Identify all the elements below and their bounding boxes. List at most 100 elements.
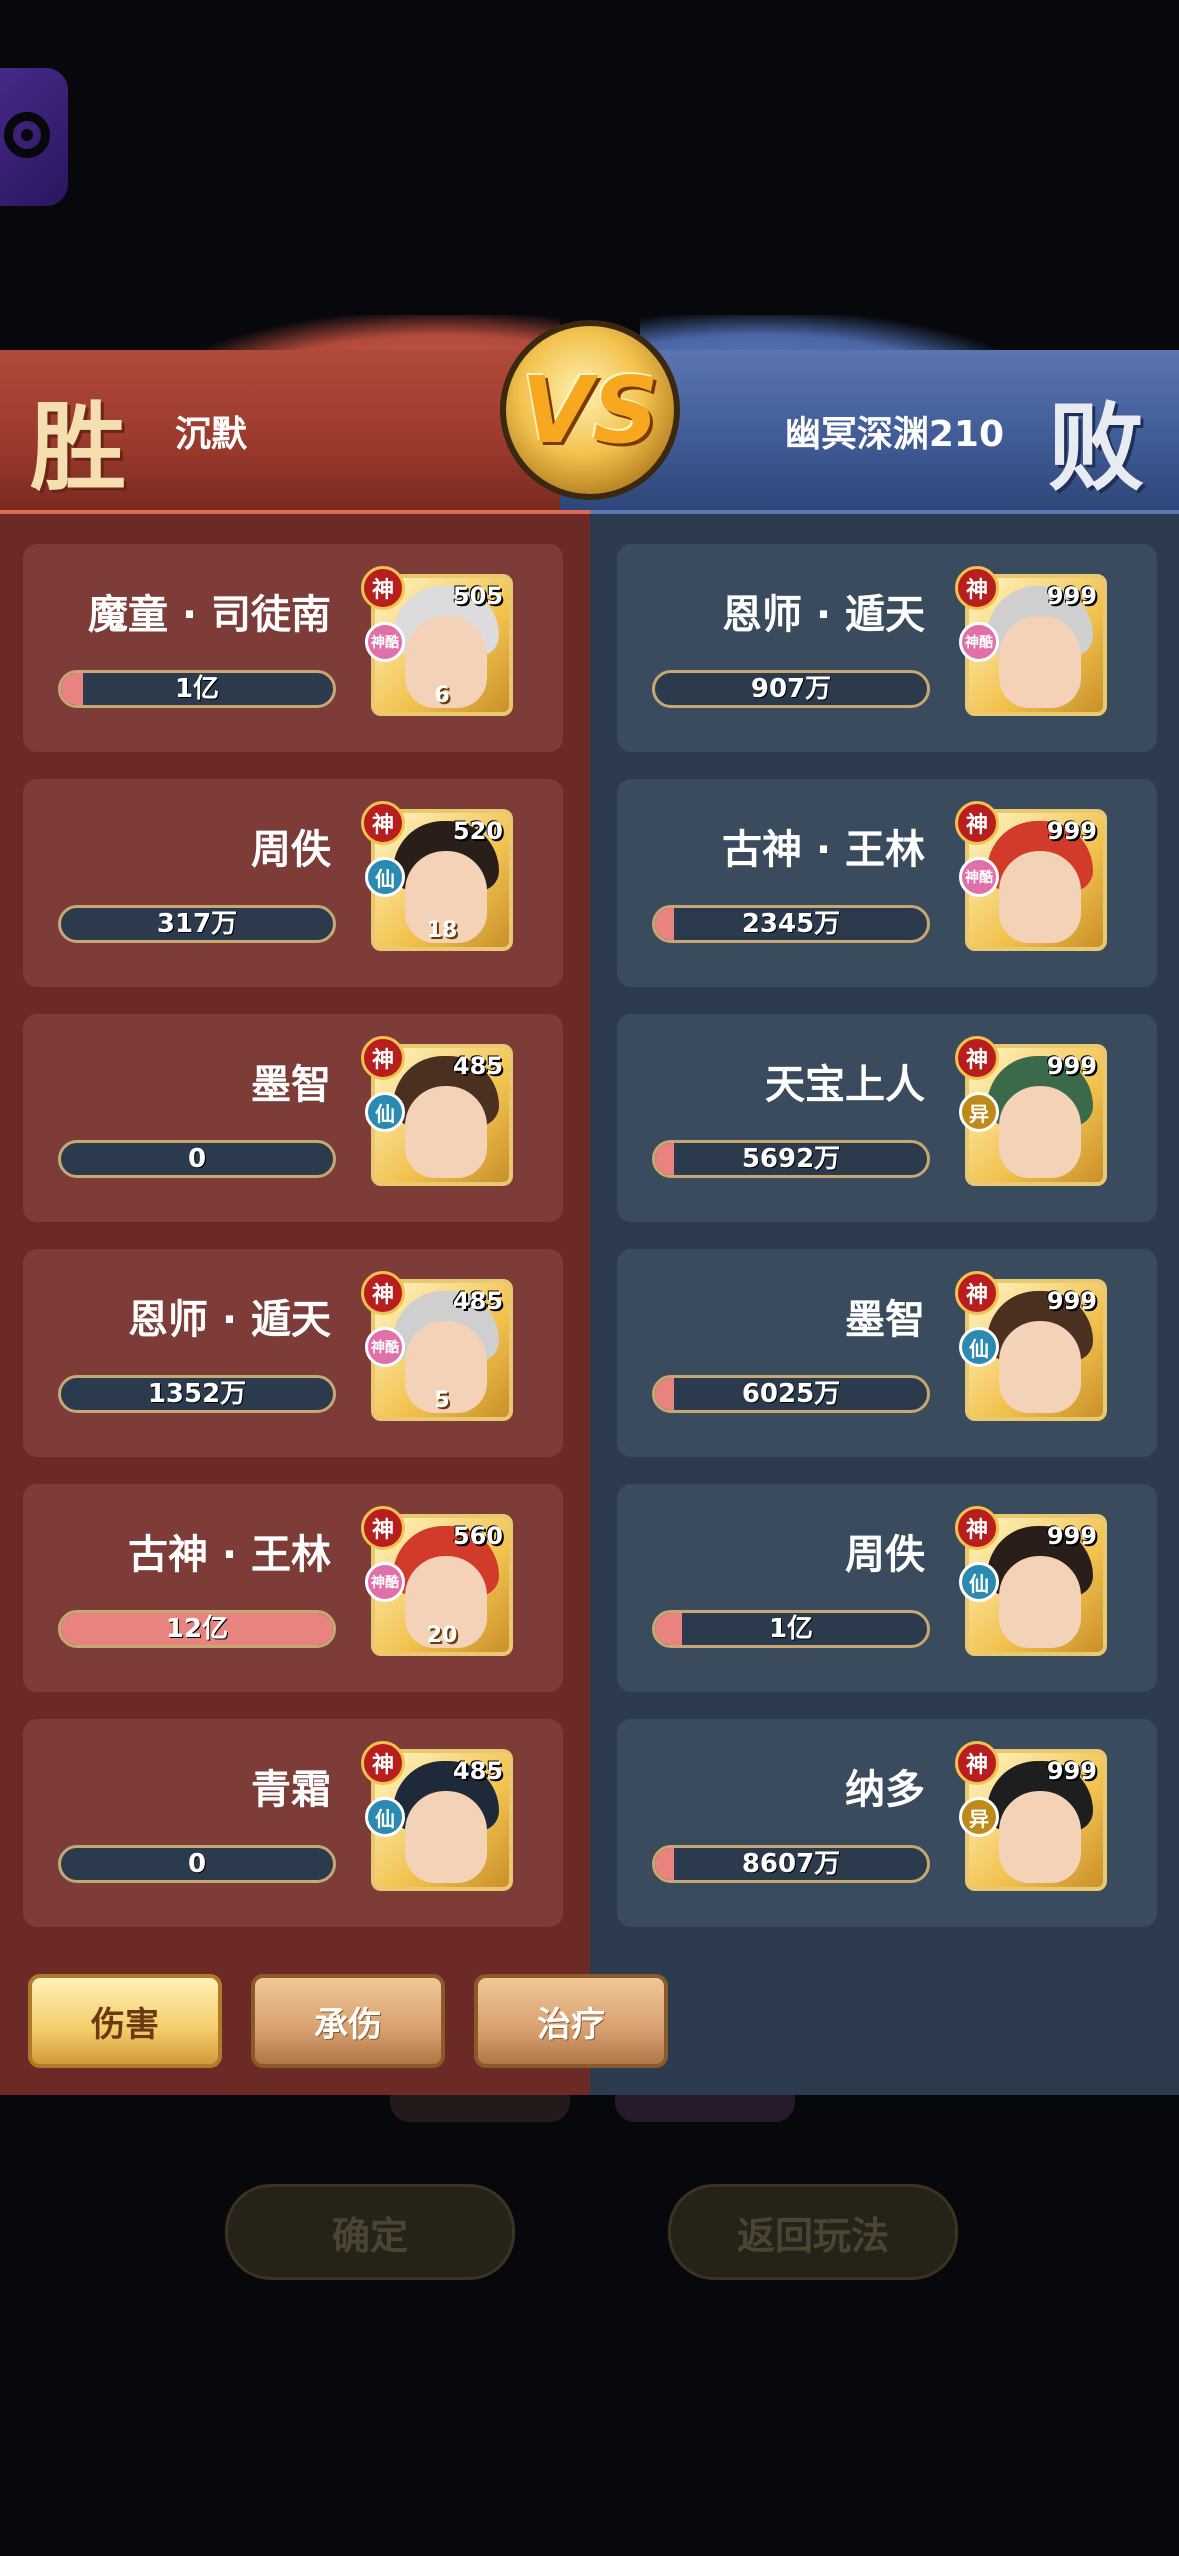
- hero-avatar-face: [999, 616, 1081, 708]
- hero-level: 485: [452, 1052, 503, 1080]
- stat-value: 1亿: [768, 1614, 814, 1644]
- hero-avatar-face: [999, 1086, 1081, 1178]
- hero-level: 520: [452, 817, 503, 845]
- rarity-badge: 神: [361, 1506, 405, 1550]
- hero-name: 恩师 · 遁天: [127, 1297, 331, 1343]
- hero-card[interactable]: 古神 · 王林 2345万 999 神神酷: [617, 779, 1157, 987]
- hero-portrait[interactable]: 999 神仙: [955, 1271, 1107, 1421]
- rarity-badge: 神: [955, 801, 999, 845]
- stat-bar: 5692万: [652, 1140, 930, 1178]
- stat-value: 1亿: [174, 674, 220, 704]
- hero-level: 505: [452, 582, 503, 610]
- stat-bar: 0: [58, 1845, 336, 1883]
- hero-portrait[interactable]: 485 5 神神酷: [361, 1271, 513, 1421]
- rarity-badge: 神: [361, 566, 405, 610]
- hero-level: 999: [1046, 1287, 1097, 1315]
- faction-badge: 仙: [959, 1327, 999, 1367]
- stat-value: 8607万: [741, 1849, 841, 1879]
- hero-portrait[interactable]: 999 神仙: [955, 1506, 1107, 1656]
- stat-bar: 1352万: [58, 1375, 336, 1413]
- hero-card[interactable]: 恩师 · 遁天 1352万 485 5 神神酷: [23, 1249, 563, 1457]
- hero-name: 古神 · 王林: [721, 827, 925, 873]
- rarity-badge: 神: [361, 801, 405, 845]
- confirm-button[interactable]: 确定: [225, 2184, 515, 2280]
- tab-damage-taken[interactable]: 承伤: [251, 1974, 445, 2068]
- hero-card[interactable]: 周佚 317万 520 18 神仙: [23, 779, 563, 987]
- hero-avatar-face: [405, 1086, 487, 1178]
- hero-card[interactable]: 墨智 6025万 999 神仙: [617, 1249, 1157, 1457]
- return-gameplay-button[interactable]: 返回玩法: [668, 2184, 958, 2280]
- left-player-name: 沉默: [175, 414, 248, 455]
- back-icon: [4, 112, 50, 158]
- stat-value: 12亿: [165, 1614, 229, 1644]
- hero-level: 999: [1046, 817, 1097, 845]
- stat-bar: 6025万: [652, 1375, 930, 1413]
- rarity-badge: 神: [955, 1506, 999, 1550]
- hero-avatar-face: [999, 1791, 1081, 1883]
- hero-portrait[interactable]: 999 神神酷: [955, 801, 1107, 951]
- hero-portrait[interactable]: 560 20 神神酷: [361, 1506, 513, 1656]
- hero-level: 999: [1046, 1757, 1097, 1785]
- hero-name: 古神 · 王林: [127, 1532, 331, 1578]
- rarity-badge: 神: [361, 1271, 405, 1315]
- vs-icon: VS: [500, 320, 680, 500]
- stat-value: 6025万: [741, 1379, 841, 1409]
- faction-badge: 仙: [365, 1092, 405, 1132]
- hero-portrait[interactable]: 999 神异: [955, 1741, 1107, 1891]
- back-tab[interactable]: [0, 68, 68, 206]
- hero-level: 999: [1046, 1522, 1097, 1550]
- hero-card[interactable]: 天宝上人 5692万 999 神异: [617, 1014, 1157, 1222]
- left-team-panel: 魔童 · 司徒南 1亿 505 6 神神酷 周佚 317万 520 18 神仙墨智 0 485 神仙恩师…: [0, 510, 590, 2095]
- stat-value: 0: [187, 1144, 207, 1174]
- hero-card[interactable]: 周佚 1亿 999 神仙: [617, 1484, 1157, 1692]
- faction-badge: 神酷: [959, 857, 999, 897]
- tab-healing[interactable]: 治疗: [474, 1974, 668, 2068]
- hero-level: 999: [1046, 582, 1097, 610]
- faction-badge: 神酷: [365, 1562, 405, 1602]
- hero-name: 墨智: [845, 1297, 925, 1343]
- hero-level: 560: [452, 1522, 503, 1550]
- hero-star-count: 18: [426, 918, 458, 943]
- rarity-badge: 神: [361, 1036, 405, 1080]
- faction-badge: 神酷: [959, 622, 999, 662]
- faction-badge: 神酷: [365, 1327, 405, 1367]
- hero-portrait[interactable]: 999 神异: [955, 1036, 1107, 1186]
- stat-bar: 12亿: [58, 1610, 336, 1648]
- right-player-name: 幽冥深渊210: [784, 414, 1004, 455]
- hero-card[interactable]: 恩师 · 遁天 907万 999 神神酷: [617, 544, 1157, 752]
- tab-damage[interactable]: 伤害: [28, 1974, 222, 2068]
- hero-name: 周佚: [251, 827, 331, 873]
- hero-level: 485: [452, 1757, 503, 1785]
- right-team-panel: 恩师 · 遁天 907万 999 神神酷 古神 · 王林 2345万 999 神神酷 天宝上人 5…: [590, 510, 1179, 2095]
- stat-value: 5692万: [741, 1144, 841, 1174]
- faction-badge: 仙: [959, 1562, 999, 1602]
- hero-card[interactable]: 墨智 0 485 神仙: [23, 1014, 563, 1222]
- hero-card[interactable]: 魔童 · 司徒南 1亿 505 6 神神酷: [23, 544, 563, 752]
- win-label: 胜: [30, 391, 126, 504]
- stat-bar: 907万: [652, 670, 930, 708]
- stat-bar: 1亿: [652, 1610, 930, 1648]
- hero-name: 纳多: [845, 1767, 925, 1813]
- hero-card[interactable]: 古神 · 王林 12亿 560 20 神神酷: [23, 1484, 563, 1692]
- hero-name: 墨智: [251, 1062, 331, 1108]
- hero-portrait[interactable]: 505 6 神神酷: [361, 566, 513, 716]
- faction-badge: 仙: [365, 857, 405, 897]
- stat-bar: 1亿: [58, 670, 336, 708]
- hero-card[interactable]: 青霜 0 485 神仙: [23, 1719, 563, 1927]
- lose-label: 败: [1048, 391, 1144, 504]
- hero-name: 青霜: [251, 1767, 331, 1813]
- rarity-badge: 神: [361, 1741, 405, 1785]
- hero-avatar-face: [999, 851, 1081, 943]
- hero-card[interactable]: 纳多 8607万 999 神异: [617, 1719, 1157, 1927]
- stat-value: 0: [187, 1849, 207, 1879]
- faction-badge: 异: [959, 1797, 999, 1837]
- faction-badge: 异: [959, 1092, 999, 1132]
- stat-value: 317万: [156, 909, 238, 939]
- hero-star-count: 5: [434, 1388, 450, 1413]
- hero-portrait[interactable]: 485 神仙: [361, 1036, 513, 1186]
- stat-bar: 317万: [58, 905, 336, 943]
- hero-portrait[interactable]: 520 18 神仙: [361, 801, 513, 951]
- rarity-badge: 神: [955, 566, 999, 610]
- hero-portrait[interactable]: 485 神仙: [361, 1741, 513, 1891]
- hero-portrait[interactable]: 999 神神酷: [955, 566, 1107, 716]
